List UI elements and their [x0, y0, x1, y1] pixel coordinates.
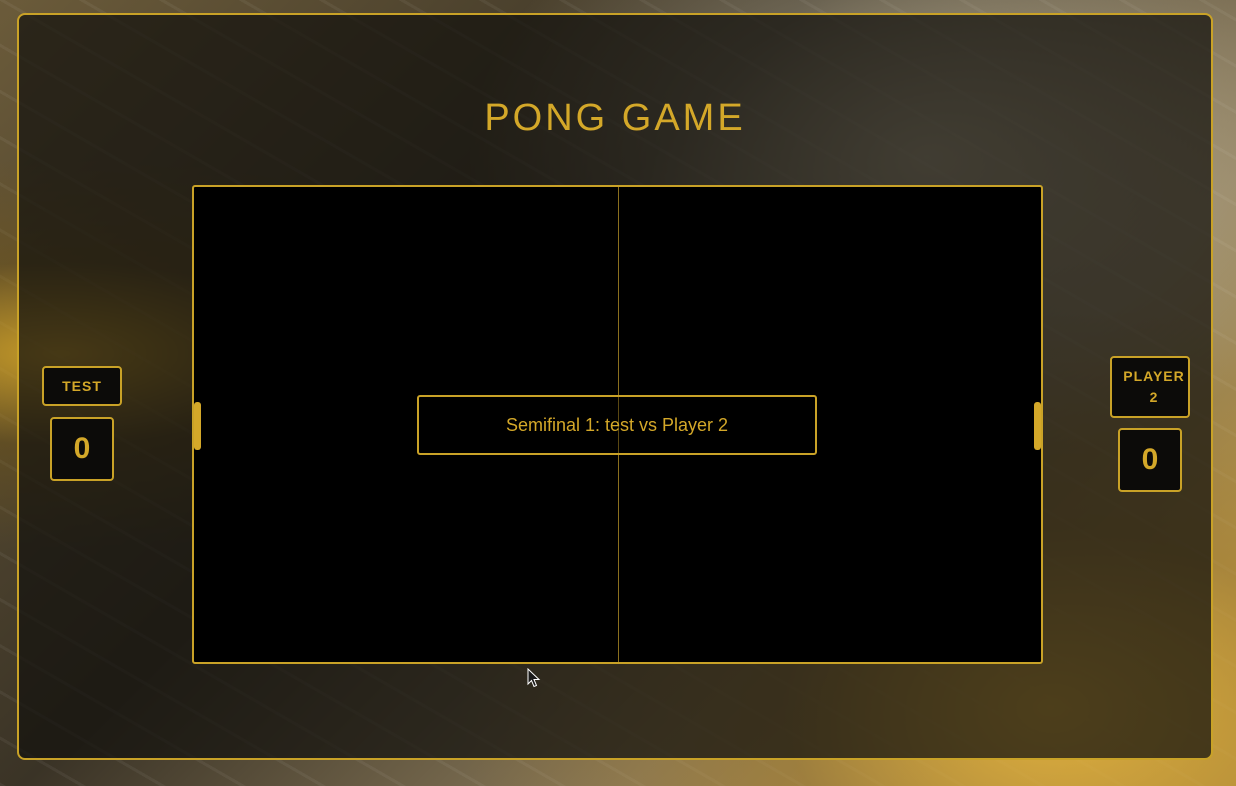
- right-player-name-line1: PLAYER: [1123, 368, 1185, 384]
- left-paddle: [194, 402, 201, 450]
- page-title: PONG GAME: [484, 97, 746, 139]
- right-paddle: [1034, 402, 1041, 450]
- game-frame: PONG GAME TEST 0 PLAYER 2 0 Semifinal 1:…: [17, 13, 1213, 760]
- right-player-name: PLAYER 2: [1110, 356, 1190, 418]
- right-player-name-line2: 2: [1149, 389, 1159, 405]
- match-announcement: Semifinal 1: test vs Player 2: [417, 395, 817, 455]
- mouse-cursor-icon: [527, 668, 541, 688]
- left-player-score: 0: [50, 417, 114, 481]
- right-player-score: 0: [1118, 428, 1182, 492]
- game-court[interactable]: Semifinal 1: test vs Player 2: [192, 185, 1043, 664]
- left-player-name: TEST: [42, 366, 122, 406]
